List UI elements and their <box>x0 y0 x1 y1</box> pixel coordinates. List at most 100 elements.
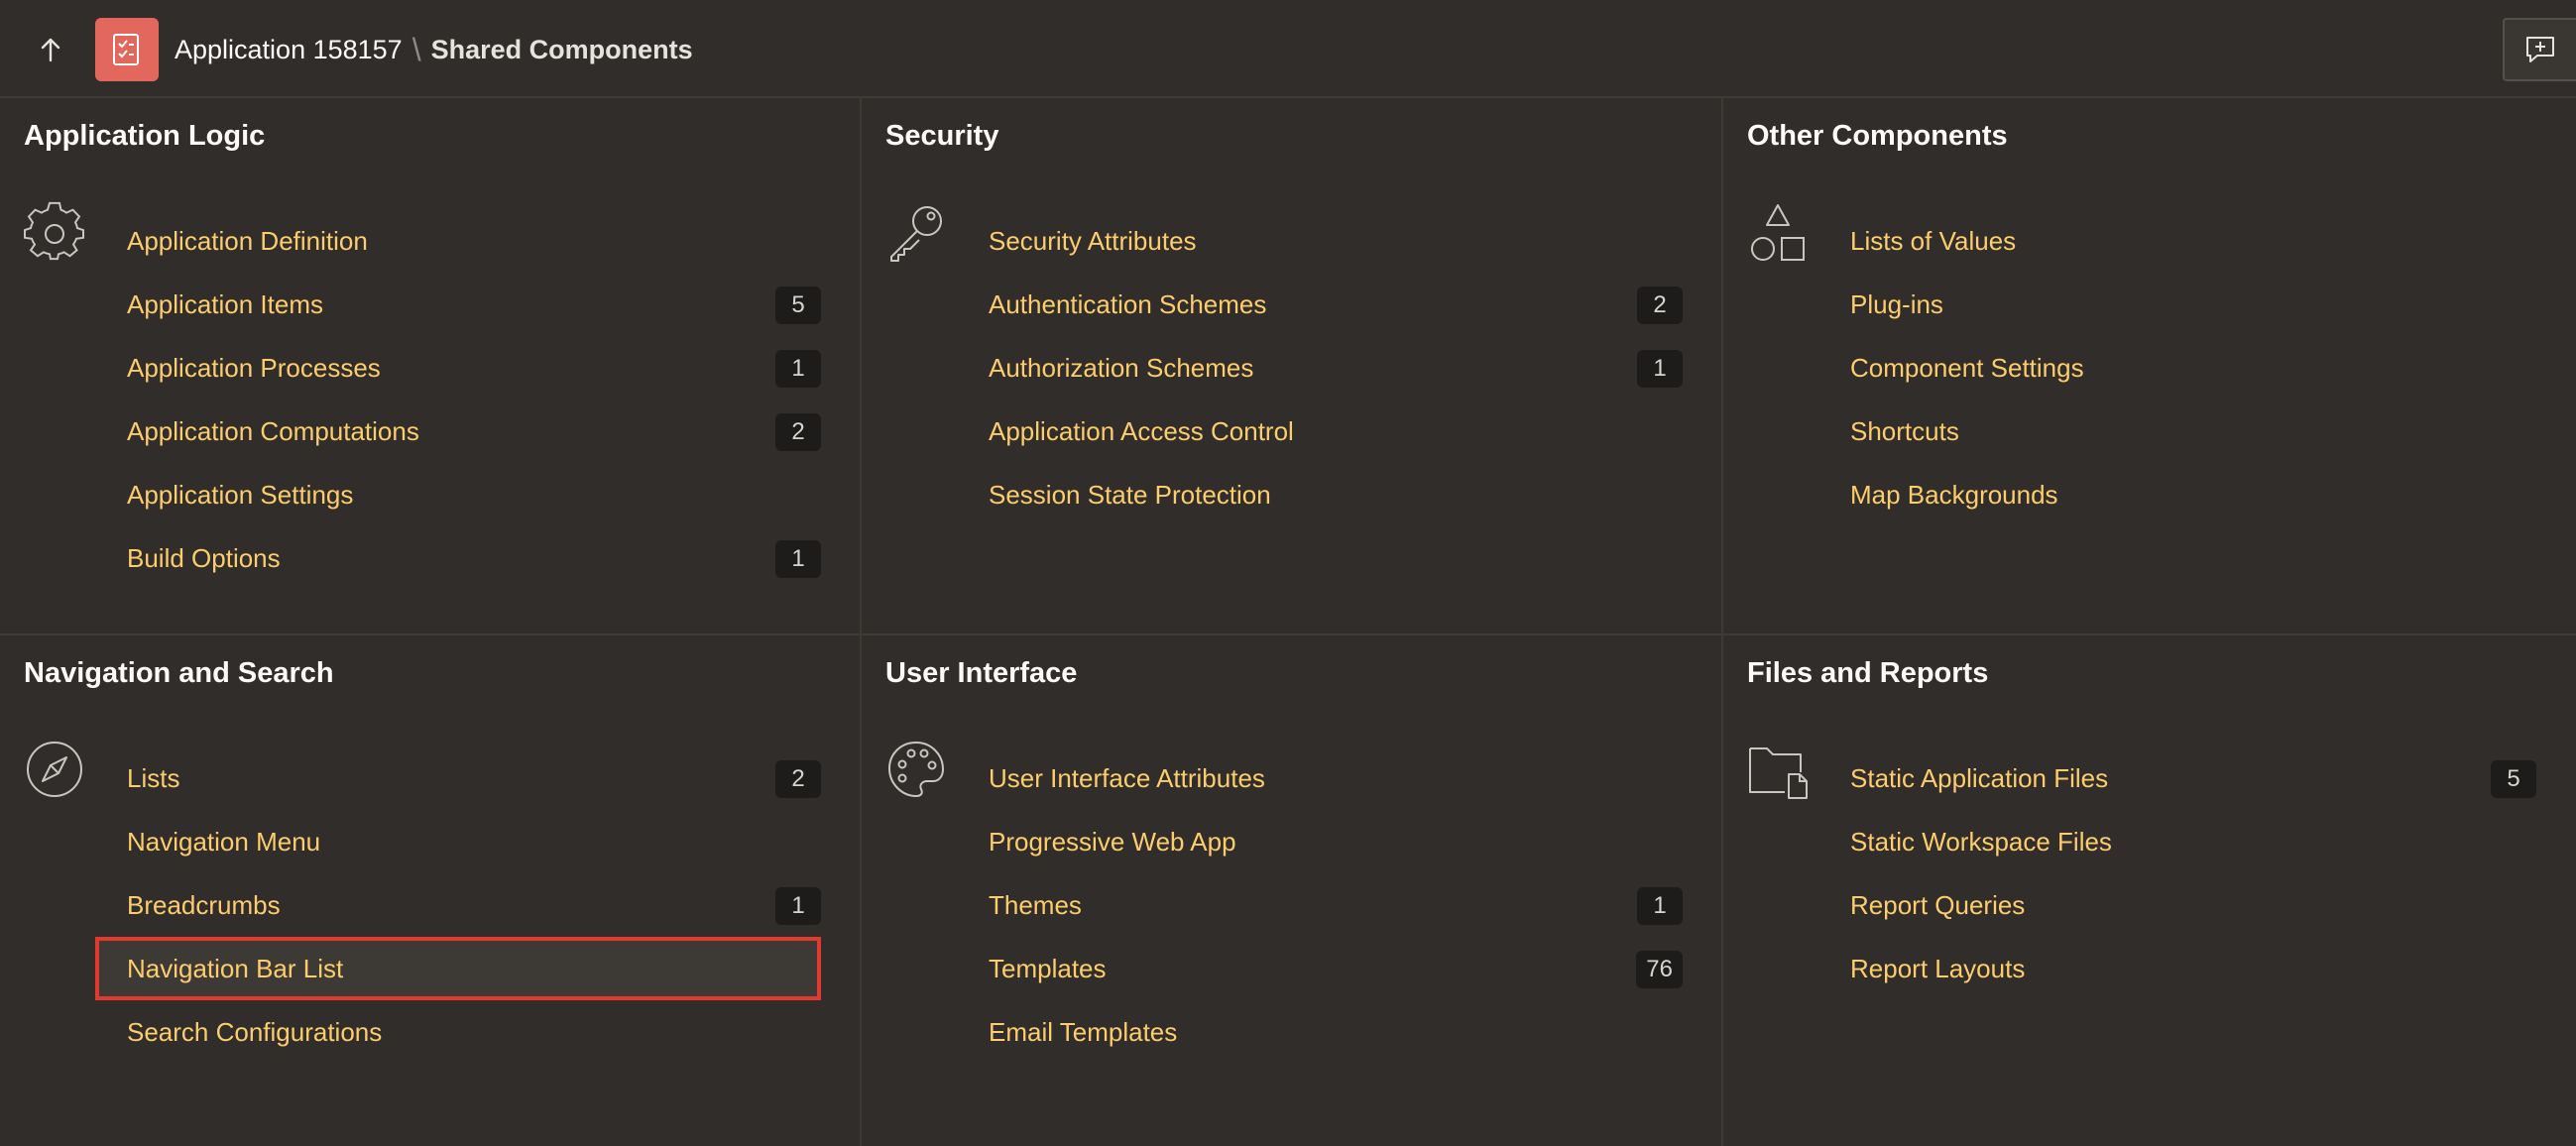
navigate-up-button[interactable] <box>28 32 73 67</box>
link-label: Security Attributes <box>989 225 1197 256</box>
link-label: Component Settings <box>1850 352 2084 383</box>
count-badge: 1 <box>1637 350 1683 388</box>
link-label: Application Processes <box>127 352 381 383</box>
count-badge: 1 <box>775 540 821 578</box>
panel-title: Security <box>885 120 999 152</box>
count-badge: 2 <box>775 760 821 798</box>
panel-security: Security Security Attributes Authenticat… <box>860 98 1721 633</box>
link-label: Application Items <box>127 288 323 319</box>
link-report-layouts[interactable]: Report Layouts <box>1830 937 2536 1000</box>
link-application-access-control[interactable]: Application Access Control <box>969 400 1683 463</box>
link-templates[interactable]: Templates 76 <box>969 937 1683 1000</box>
link-plug-ins[interactable]: Plug-ins <box>1830 273 2544 336</box>
link-navigation-bar-list[interactable]: Navigation Bar List <box>95 937 821 1000</box>
link-static-workspace-files[interactable]: Static Workspace Files <box>1830 810 2536 873</box>
link-label: Application Access Control <box>989 415 1294 446</box>
panel-title: Other Components <box>1747 120 2008 152</box>
breadcrumb-current-page: Shared Components <box>430 34 693 64</box>
link-label: Progressive Web App <box>989 826 1236 857</box>
link-label: Navigation Menu <box>127 826 321 857</box>
link-map-backgrounds[interactable]: Map Backgrounds <box>1830 463 2544 526</box>
link-label: Navigation Bar List <box>127 953 344 983</box>
link-label: Application Settings <box>127 479 354 510</box>
link-shortcuts[interactable]: Shortcuts <box>1830 400 2544 463</box>
palette-icon <box>888 742 944 797</box>
panel-application-logic: Application Logic Application Definition… <box>0 98 862 633</box>
link-progressive-web-app[interactable]: Progressive Web App <box>969 810 1683 873</box>
panel-title: User Interface <box>885 657 1078 689</box>
link-component-settings[interactable]: Component Settings <box>1830 336 2544 400</box>
link-label: Report Layouts <box>1850 953 2026 983</box>
panel-files-and-reports: Files and Reports Static Application Fil… <box>1721 633 2576 1146</box>
link-label: Authorization Schemes <box>989 352 1254 383</box>
link-label: Build Options <box>127 542 281 573</box>
link-application-items[interactable]: Application Items 5 <box>107 273 821 336</box>
link-user-interface-attributes[interactable]: User Interface Attributes <box>969 746 1683 810</box>
link-label: Themes <box>989 889 1082 920</box>
shapes-icon <box>1751 204 1805 261</box>
link-list: Static Application Files 5 Static Worksp… <box>1830 746 2536 1000</box>
link-label: Email Templates <box>989 1016 1178 1047</box>
link-label: Static Workspace Files <box>1850 826 2112 857</box>
count-badge: 5 <box>775 286 821 324</box>
breadcrumb-separator: \ <box>411 32 421 67</box>
link-application-settings[interactable]: Application Settings <box>107 463 821 526</box>
link-label: Plug-ins <box>1850 288 1943 319</box>
link-label: Search Configurations <box>127 1016 383 1047</box>
link-static-application-files[interactable]: Static Application Files 5 <box>1830 746 2536 810</box>
compass-icon <box>27 742 82 797</box>
link-session-state-protection[interactable]: Session State Protection <box>969 463 1683 526</box>
link-security-attributes[interactable]: Security Attributes <box>969 209 1683 273</box>
chat-add-icon <box>2526 37 2554 62</box>
link-email-templates[interactable]: Email Templates <box>969 1000 1683 1064</box>
link-label: Static Application Files <box>1850 762 2109 793</box>
link-label: User Interface Attributes <box>989 762 1265 793</box>
link-lists-of-values[interactable]: Lists of Values <box>1830 209 2544 273</box>
link-label: Report Queries <box>1850 889 2026 920</box>
breadcrumb-application[interactable]: Application 158157 <box>175 35 403 65</box>
key-icon <box>890 206 942 262</box>
link-authentication-schemes[interactable]: Authentication Schemes 2 <box>969 273 1683 336</box>
link-lists[interactable]: Lists 2 <box>107 746 821 810</box>
gear-icon <box>24 201 84 261</box>
count-badge: 1 <box>775 350 821 388</box>
panel-title: Application Logic <box>24 120 266 152</box>
link-navigation-menu[interactable]: Navigation Menu <box>107 810 821 873</box>
count-badge: 1 <box>775 887 821 925</box>
link-label: Authentication Schemes <box>989 288 1267 319</box>
page-header: Application 158157 \ Shared Components <box>0 0 2576 98</box>
panel-navigation-and-search: Navigation and Search Lists 2 Navigation… <box>0 633 862 1146</box>
link-label: Shortcuts <box>1850 415 1959 446</box>
count-badge: 5 <box>2491 760 2536 798</box>
link-authorization-schemes[interactable]: Authorization Schemes 1 <box>969 336 1683 400</box>
document-checklist-icon <box>113 34 139 65</box>
link-list: Lists 2 Navigation Menu Breadcrumbs 1 Na… <box>95 746 821 1064</box>
count-badge: 76 <box>1636 951 1683 988</box>
application-icon[interactable] <box>95 18 159 81</box>
feedback-button[interactable] <box>2503 18 2576 81</box>
link-application-definition[interactable]: Application Definition <box>107 209 821 273</box>
link-list: User Interface Attributes Progressive We… <box>969 746 1683 1064</box>
count-badge: 2 <box>1637 286 1683 324</box>
link-list: Security Attributes Authentication Schem… <box>969 209 1683 526</box>
link-search-configurations[interactable]: Search Configurations <box>107 1000 821 1064</box>
link-label: Templates <box>989 953 1107 983</box>
link-application-processes[interactable]: Application Processes 1 <box>107 336 821 400</box>
link-build-options[interactable]: Build Options 1 <box>107 526 821 590</box>
panel-title: Files and Reports <box>1747 657 1989 689</box>
shared-components-grid: Application Logic Application Definition… <box>0 98 2576 1146</box>
link-application-computations[interactable]: Application Computations 2 <box>107 400 821 463</box>
count-badge: 1 <box>1637 887 1683 925</box>
link-report-queries[interactable]: Report Queries <box>1830 873 2536 937</box>
link-label: Breadcrumbs <box>127 889 281 920</box>
panel-user-interface: User Interface User Interface Attributes… <box>860 633 1721 1146</box>
arrow-up-icon <box>41 38 60 62</box>
link-themes[interactable]: Themes 1 <box>969 873 1683 937</box>
link-label: Map Backgrounds <box>1850 479 2058 510</box>
link-label: Lists of Values <box>1850 225 2017 256</box>
breadcrumb: Application 158157 \ Shared Components <box>175 33 693 66</box>
link-breadcrumbs[interactable]: Breadcrumbs 1 <box>107 873 821 937</box>
panel-title: Navigation and Search <box>24 657 334 689</box>
link-label: Application Definition <box>127 225 368 256</box>
count-badge: 2 <box>775 413 821 451</box>
